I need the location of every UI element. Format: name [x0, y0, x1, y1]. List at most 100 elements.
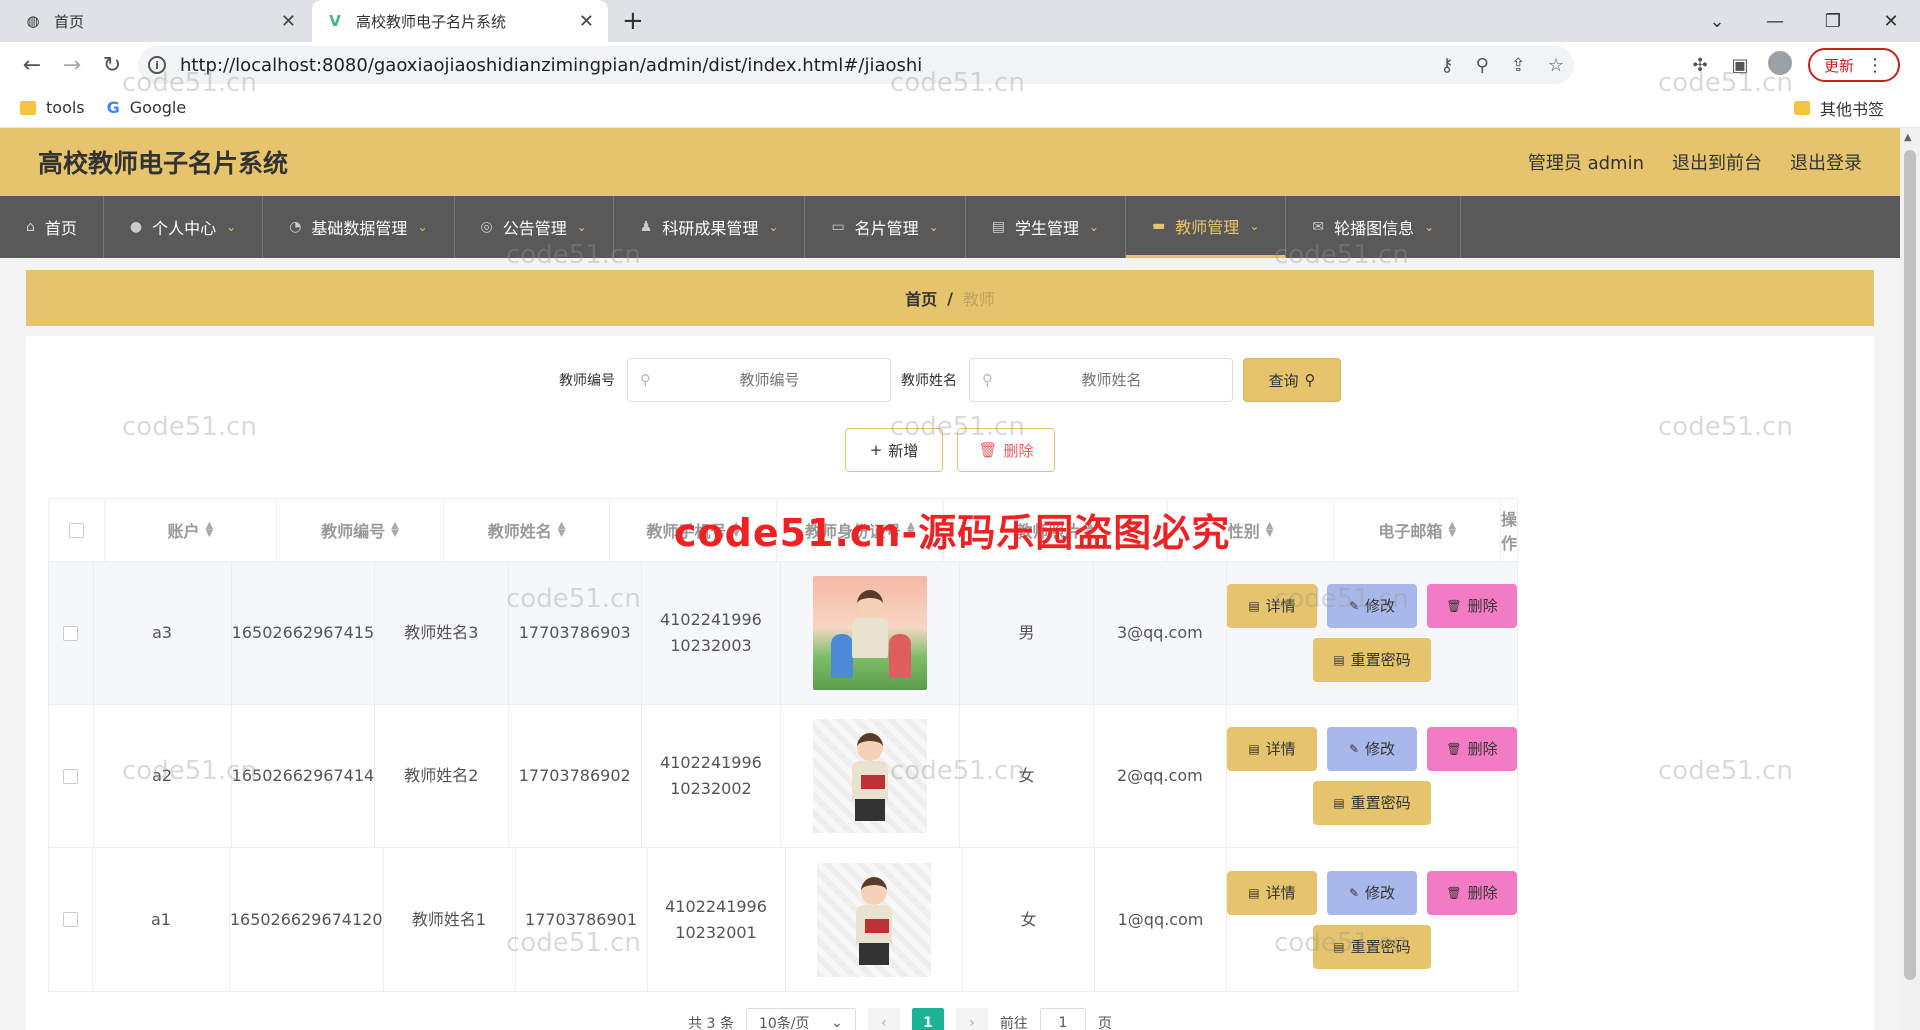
menu-item-student[interactable]: ▤ 学生管理 ⌄: [966, 196, 1127, 258]
menu-item-carousel[interactable]: ✉ 轮播图信息 ⌄: [1286, 196, 1462, 258]
teacher-table: 账户 ▲ ▼ 教师编号 ▲ ▼ 教师姓名 ▲ ▼ 教师手机号 ▲ ▼ 教师身份证号 ▲ ▼ 教师照片…: [48, 498, 1518, 992]
goto-page-input[interactable]: 1: [1039, 1008, 1086, 1030]
batch-delete-button[interactable]: 🗑 删除: [957, 428, 1055, 472]
reset-password-button[interactable]: ▤ 重置密码: [1312, 924, 1431, 969]
zoom-icon[interactable]: ⚲: [1476, 55, 1489, 76]
teacher-no-field[interactable]: ⚲: [627, 358, 891, 402]
column-header[interactable]: 教师手机号 ▲ ▼: [610, 499, 777, 561]
breadcrumb-home[interactable]: 首页: [905, 286, 937, 310]
update-button[interactable]: 更新 ⋮: [1807, 48, 1900, 82]
sort-icon[interactable]: ▲ ▼: [558, 521, 566, 539]
close-window-icon[interactable]: ✕: [1862, 0, 1920, 42]
url-text[interactable]: http://localhost:8080/gaoxiaojiaoshidian…: [180, 55, 1418, 76]
teacher-photo[interactable]: [813, 719, 928, 833]
next-page-button[interactable]: ›: [955, 1008, 988, 1030]
cell-gender: 女: [960, 705, 1094, 847]
column-header[interactable]: 教师编号 ▲ ▼: [277, 499, 444, 561]
bookmark-google[interactable]: G Google: [107, 98, 187, 117]
edit-button[interactable]: ✎ 修改: [1326, 870, 1417, 915]
sort-icon[interactable]: ▲ ▼: [907, 521, 915, 539]
menu-item-card[interactable]: ▭ 名片管理 ⌄: [805, 196, 966, 258]
delete-button[interactable]: 🗑 删除: [1427, 727, 1518, 771]
restore-icon[interactable]: ❐: [1804, 0, 1862, 42]
column-header[interactable]: 性别 ▲ ▼: [1167, 499, 1335, 561]
scrollbar-thumb[interactable]: [1904, 150, 1916, 980]
sort-icon[interactable]: ▲ ▼: [1086, 521, 1094, 539]
row-checkbox[interactable]: [63, 625, 79, 641]
scroll-up-icon[interactable]: ▲: [1904, 132, 1912, 143]
bookmark-other[interactable]: 其他书签: [1793, 96, 1884, 120]
menu-item-personal[interactable]: ● 个人中心 ⌄: [104, 196, 264, 258]
prev-page-button[interactable]: ‹: [867, 1008, 900, 1030]
page-scrollbar[interactable]: ▲: [1900, 128, 1920, 1030]
page-number[interactable]: 1: [911, 1008, 944, 1030]
row-checkbox[interactable]: [63, 768, 79, 784]
key-icon[interactable]: ⚷: [1440, 55, 1453, 76]
chevron-down-icon: ⌄: [417, 220, 428, 234]
sort-icon[interactable]: ▲ ▼: [1448, 521, 1456, 539]
trash-icon: 🗑: [1446, 599, 1462, 613]
select-all-checkbox[interactable]: [68, 522, 84, 538]
browser-tab-home[interactable]: ◍ 首页 ✕: [10, 0, 310, 42]
teacher-photo[interactable]: [813, 576, 928, 690]
star-icon[interactable]: ☆: [1548, 55, 1564, 76]
extensions-icon[interactable]: ✣: [1680, 55, 1720, 76]
share-icon[interactable]: ⇪: [1511, 55, 1526, 76]
sort-icon[interactable]: ▲ ▼: [732, 521, 740, 539]
more-icon[interactable]: ⋮: [1866, 55, 1884, 76]
reset-password-button[interactable]: ▤ 重置密码: [1313, 638, 1432, 682]
reload-icon[interactable]: ↻: [92, 53, 132, 78]
pagination: 共 3 条 10条/页 ⌄ ‹ 1 › 前往 1 页: [26, 1008, 1874, 1030]
menu-item-teacher[interactable]: ▬ 教师管理 ⌄: [1126, 196, 1287, 258]
teacher-photo[interactable]: [816, 862, 931, 977]
edit-button[interactable]: ✎ 修改: [1327, 584, 1418, 628]
query-label: 查询: [1268, 371, 1299, 390]
minimize-icon[interactable]: —: [1746, 0, 1804, 42]
back-icon[interactable]: ←: [12, 53, 52, 78]
menu-item-basedata[interactable]: ◔ 基础数据管理 ⌄: [263, 196, 455, 258]
delete-button[interactable]: 🗑 删除: [1427, 584, 1518, 628]
column-header[interactable]: 教师身份证号 ▲ ▼: [777, 499, 944, 561]
detail-button[interactable]: ▤ 详情: [1227, 584, 1318, 628]
reset-label: 重置密码: [1350, 651, 1411, 669]
column-header[interactable]: 电子邮箱 ▲ ▼: [1334, 499, 1502, 561]
teacher-name-input[interactable]: [1003, 371, 1220, 389]
browser-tabbar: ◍ 首页 ✕ V 高校教师电子名片系统 ✕ + ⌄ — ❐ ✕: [0, 0, 1920, 42]
query-button[interactable]: 查询 ⚲: [1243, 358, 1341, 402]
menu-item-notice[interactable]: ◎ 公告管理 ⌄: [455, 196, 614, 258]
detail-button[interactable]: ▤ 详情: [1226, 870, 1317, 915]
detail-button[interactable]: ▤ 详情: [1227, 727, 1318, 771]
delete-button[interactable]: 🗑 删除: [1426, 870, 1517, 915]
teacher-no-input[interactable]: [661, 371, 878, 389]
edit-button[interactable]: ✎ 修改: [1327, 727, 1418, 771]
sort-icon[interactable]: ▲ ▼: [205, 521, 213, 539]
reset-password-button[interactable]: ▤ 重置密码: [1313, 781, 1432, 825]
bookmark-tools[interactable]: tools: [20, 98, 85, 117]
browser-tab-active[interactable]: V 高校教师电子名片系统 ✕: [312, 0, 608, 42]
sort-icon[interactable]: ▲ ▼: [1266, 521, 1274, 539]
forward-icon[interactable]: →: [52, 53, 92, 78]
sidepanel-icon[interactable]: ▣: [1720, 55, 1760, 76]
profile-icon[interactable]: [1760, 50, 1800, 80]
column-header[interactable]: 教师照片 ▲ ▼: [943, 499, 1168, 561]
menu-item-home[interactable]: ⌂ 首页: [0, 196, 104, 258]
page-size-select[interactable]: 10条/页 ⌄: [745, 1008, 856, 1030]
top-menu: ⌂ 首页 ● 个人中心 ⌄ ◔ 基础数据管理 ⌄ ◎ 公告管理 ⌄ ♟ 科研成果…: [0, 196, 1900, 258]
exit-to-front-link[interactable]: 退出到前台: [1672, 149, 1762, 175]
teacher-name-field[interactable]: ⚲: [969, 358, 1233, 402]
info-icon[interactable]: i: [148, 56, 166, 74]
tab-label: 首页: [54, 12, 85, 31]
add-button[interactable]: + 新增: [845, 428, 943, 472]
sort-icon[interactable]: ▲ ▼: [391, 521, 399, 539]
logout-link[interactable]: 退出登录: [1790, 149, 1862, 175]
row-checkbox[interactable]: [63, 912, 79, 927]
column-header[interactable]: 账户 ▲ ▼: [104, 499, 278, 561]
column-header[interactable]: 教师姓名 ▲ ▼: [443, 499, 611, 561]
new-tab-icon[interactable]: +: [622, 6, 644, 36]
close-icon[interactable]: ✕: [579, 11, 594, 32]
menu-item-research[interactable]: ♟ 科研成果管理 ⌄: [614, 196, 806, 258]
close-icon[interactable]: ✕: [281, 11, 296, 32]
tab-search-icon[interactable]: ⌄: [1688, 0, 1746, 42]
url-input[interactable]: i http://localhost:8080/gaoxiaojiaoshidi…: [138, 46, 1574, 84]
content-panel: 教师编号 ⚲ 教师姓名 ⚲ 查询 ⚲ + 新增 🗑 删除: [26, 336, 1874, 1030]
